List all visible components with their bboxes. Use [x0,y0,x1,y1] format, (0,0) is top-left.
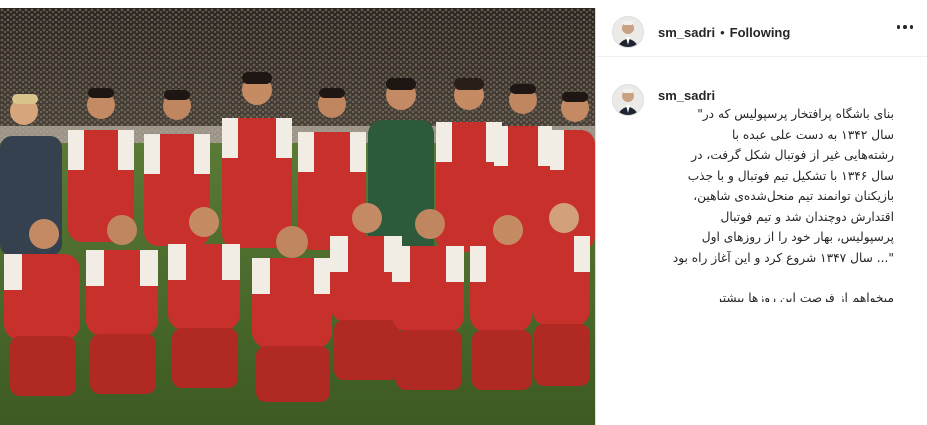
caption-line: سال ۱۳۴۲ به دست علی عبده با [731,127,894,142]
caption-text: بنای باشگاه پرافتخار پرسپولیس که در" سال… [654,104,894,302]
caption-line: رشته‌هایی غیر از فوتبال شکل گرفت، در [691,148,894,162]
follow-status-button[interactable]: Following [730,25,791,40]
post-sidebar: sm_sadri • Following sm_sadri بنای باشگا… [596,8,927,425]
author-username[interactable]: sm_sadri [658,25,715,40]
author-avatar[interactable] [612,16,644,48]
caption-author-avatar[interactable] [612,84,644,116]
avatar-image [613,17,643,47]
caption-continuation: میخواهم از فرصت این روزها بیشتر [716,291,894,302]
team-photo-illustration [0,8,595,425]
post-header: sm_sadri • Following [596,8,927,57]
caption-line: اقتدارش دوچندان شد و تیم فوتبال [720,209,895,224]
instagram-post-view: sm_sadri • Following sm_sadri بنای باشگا… [0,0,927,425]
caption-line: سال ۱۳۴۶ با تشکیل تیم فوتبال و با جذب [687,168,894,183]
more-horizontal-icon[interactable] [897,25,913,29]
caption-line: بنای باشگاه پرافتخار پرسپولیس که در" [697,107,894,121]
caption-line: بازیکنان توانمند تیم منحل‌شده‌ی شاهین، [693,189,894,203]
header-separator: • [720,24,725,40]
caption-author-username[interactable]: sm_sadri [658,88,715,103]
avatar-image [613,85,643,115]
caption-line: "... سال ۱۳۴۷ شروع کرد و این آغاز راه بو… [672,250,894,265]
post-photo[interactable] [0,8,595,425]
caption-line: پرسپولیس، بهار خود را از روزهای اول [701,230,894,244]
